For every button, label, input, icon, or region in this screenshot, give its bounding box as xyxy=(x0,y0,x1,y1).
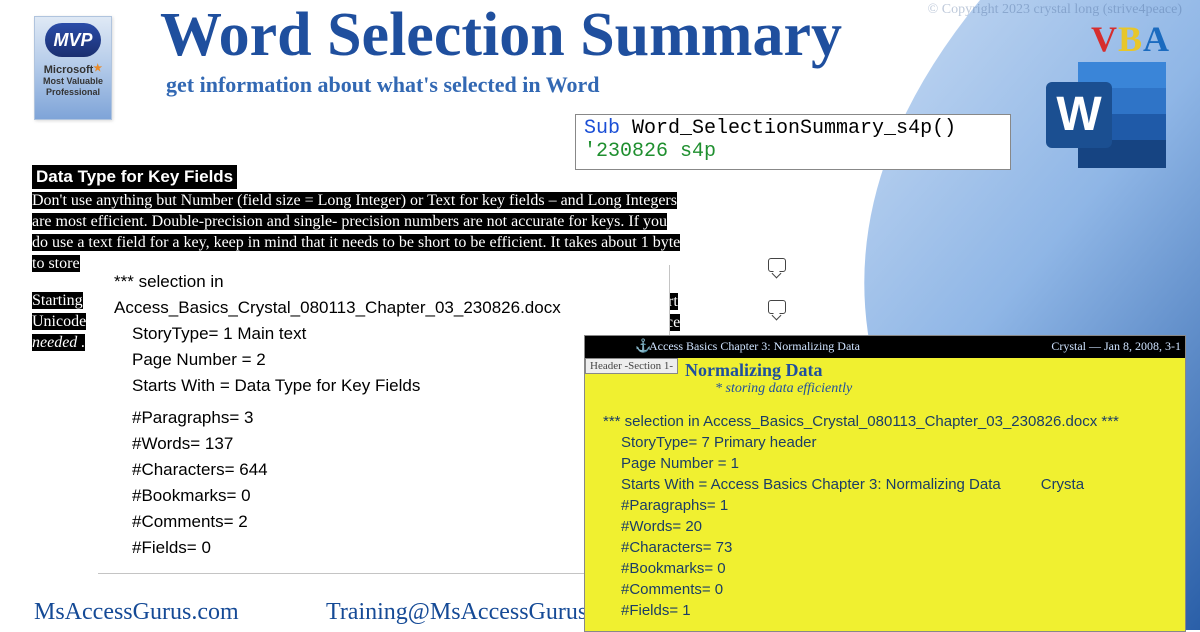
msg1-fields: #Fields= 0 xyxy=(114,535,653,561)
vba-label: VBA xyxy=(1091,18,1170,60)
msg2-bookmarks: #Bookmarks= 0 xyxy=(603,558,1167,579)
msg2-fields: #Fields= 1 xyxy=(603,600,1167,621)
msg1-chars: #Characters= 644 xyxy=(114,457,653,483)
copyright-text: © Copyright 2023 crystal long (strive4pe… xyxy=(928,2,1182,18)
msg1-comments: #Comments= 2 xyxy=(114,509,653,535)
msg1-words: #Words= 137 xyxy=(114,431,653,457)
word-icon-letter: W xyxy=(1046,82,1112,148)
footer-website[interactable]: MsAccessGurus.com xyxy=(34,599,239,626)
vba-b: B xyxy=(1118,19,1143,59)
vba-v: V xyxy=(1091,19,1118,59)
msg1-startswith: Starts With = Data Type for Key Fields xyxy=(114,373,653,399)
doc-selection-body2: Starting Unicode needed . xyxy=(32,290,86,353)
doc-selection-body: Don't use anything but Number (field siz… xyxy=(32,190,702,274)
msg1-title: *** selection in Access_Basics_Crystal_0… xyxy=(114,269,653,321)
header-subheading: * storing data efficiently xyxy=(585,381,1185,403)
word-app-icon: W xyxy=(1046,62,1166,168)
msg2-startswith: Starts With = Access Basics Chapter 3: N… xyxy=(603,474,1167,495)
msg2-paragraphs: #Paragraphs= 1 xyxy=(603,495,1167,516)
code-comment: '230826 s4p xyxy=(584,140,1002,163)
comment-indicator-icon[interactable] xyxy=(768,258,786,272)
msg1-storytype: StoryType= 1 Main text xyxy=(114,321,653,347)
msg1-paragraphs: #Paragraphs= 3 xyxy=(114,405,653,431)
mvp-line1: Most Valuable xyxy=(43,76,103,87)
msg2-page: Page Number = 1 xyxy=(603,453,1167,474)
msg2-title: *** selection in Access_Basics_Crystal_0… xyxy=(603,411,1167,432)
header-titlebar: ⚓ Access Basics Chapter 3: Normalizing D… xyxy=(585,336,1185,358)
msg2-storytype: StoryType= 7 Primary header xyxy=(603,432,1167,453)
comment-indicator-icon[interactable] xyxy=(768,300,786,314)
msg2-words: #Words= 20 xyxy=(603,516,1167,537)
page-subtitle: get information about what's selected in… xyxy=(166,72,599,98)
page-title: Word Selection Summary xyxy=(160,0,842,71)
header-doc-title: Access Basics Chapter 3: Normalizing Dat… xyxy=(649,339,860,354)
msg1-page: Page Number = 2 xyxy=(114,347,653,373)
code-procname: Word_SelectionSummary_s4p() xyxy=(620,117,956,140)
msg2-comments: #Comments= 0 xyxy=(603,579,1167,600)
header-selection-panel: ⚓ Access Basics Chapter 3: Normalizing D… xyxy=(584,335,1186,632)
mvp-bubble-text: MVP xyxy=(45,23,101,57)
vba-a: A xyxy=(1143,19,1170,59)
doc-heading: Data Type for Key Fields xyxy=(32,165,237,189)
mvp-line2: Professional xyxy=(46,87,100,98)
msg2-chars: #Characters= 73 xyxy=(603,537,1167,558)
mvp-microsoft: Microsoft★ xyxy=(44,63,102,76)
header-section-tab: Header -Section 1- xyxy=(585,358,678,374)
msg1-bookmarks: #Bookmarks= 0 xyxy=(114,483,653,509)
selection-summary-header: *** selection in Access_Basics_Crystal_0… xyxy=(585,403,1185,631)
code-snippet: Sub Word_SelectionSummary_s4p() '230826 … xyxy=(575,114,1011,170)
code-keyword: Sub xyxy=(584,117,620,140)
header-doc-info: Crystal –– Jan 8, 2008, 3-1 xyxy=(1051,339,1181,354)
mvp-badge: MVP Microsoft★ Most Valuable Professiona… xyxy=(34,16,112,120)
